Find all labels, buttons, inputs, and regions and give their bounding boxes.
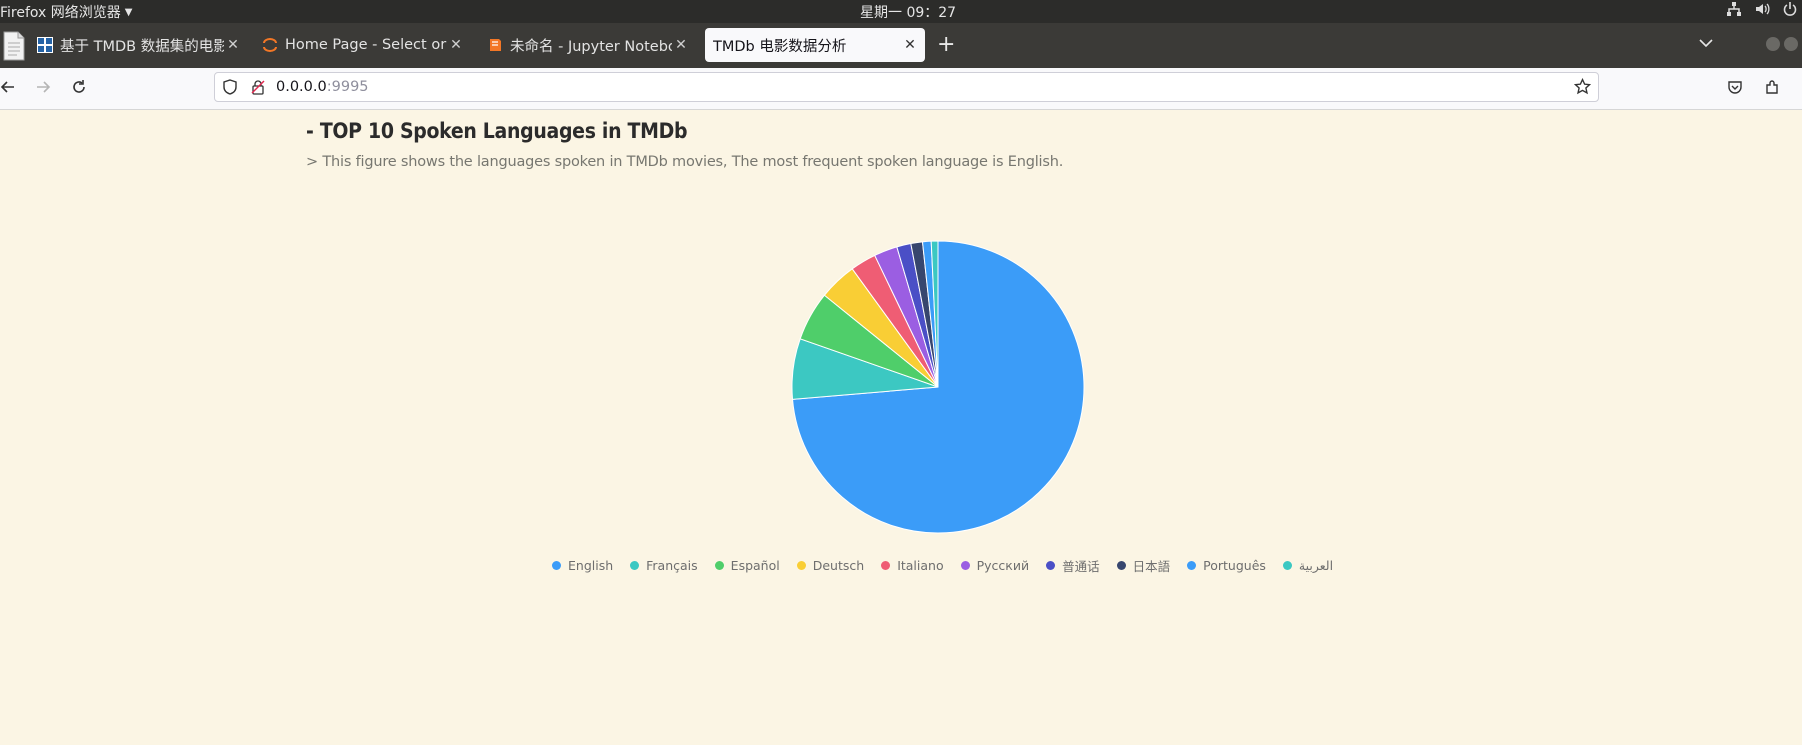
- legend-dot: [1282, 560, 1292, 570]
- legend-label: Русский: [976, 557, 1030, 573]
- legend-label: English: [568, 557, 614, 573]
- legend-item[interactable]: العربية: [1282, 557, 1334, 573]
- legend-dot: [630, 560, 640, 570]
- legend-label: Deutsch: [812, 557, 865, 573]
- legend-item[interactable]: Français: [630, 558, 698, 573]
- legend-dot: [1116, 560, 1126, 570]
- legend-item[interactable]: Русский: [960, 557, 1030, 573]
- legend-label: 普通话: [1062, 558, 1100, 574]
- legend-label: العربية: [1298, 557, 1334, 573]
- legend-label: 日本語: [1132, 558, 1171, 574]
- legend-label: Italiano: [897, 557, 944, 573]
- legend-dot: [1187, 560, 1197, 570]
- legend-dot: [881, 560, 891, 570]
- legend-item[interactable]: Português: [1187, 558, 1266, 573]
- legend-item[interactable]: 日本語: [1116, 556, 1171, 575]
- legend-item[interactable]: Italiano: [881, 557, 944, 573]
- legend-dot: [714, 560, 724, 570]
- legend-label: Español: [730, 557, 780, 573]
- legend-label: Français: [646, 557, 698, 573]
- legend-dot: [1046, 560, 1056, 570]
- legend-item[interactable]: Español: [714, 557, 780, 573]
- legend-label: Português: [1203, 557, 1266, 573]
- legend-dot: [552, 560, 561, 570]
- chart-legend: English Français Español Deutsch Italiano Рус…: [552, 555, 1350, 575]
- legend-item[interactable]: 普通话: [1046, 556, 1100, 575]
- legend-dot: [796, 560, 806, 570]
- legend-item[interactable]: English: [552, 558, 613, 573]
- legend-item[interactable]: Deutsch: [796, 557, 865, 573]
- pie-chart-container: [0, 0, 1802, 745]
- legend-dot: [960, 560, 970, 570]
- pie-chart: [791, 240, 1085, 534]
